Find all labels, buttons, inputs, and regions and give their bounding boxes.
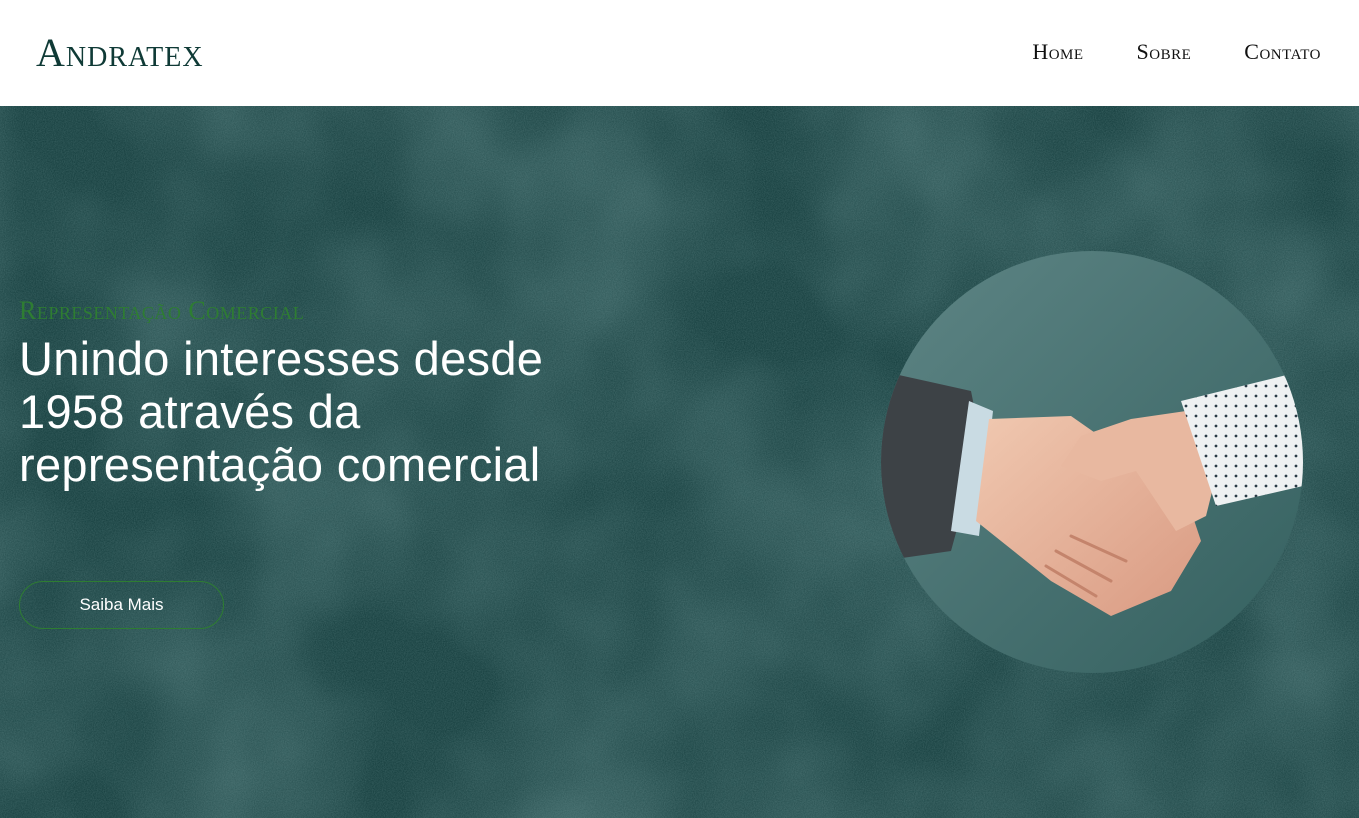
hero-section: Representação Comercial Unindo interesse…	[0, 106, 1359, 818]
main-nav: Home Sobre Contato	[1032, 38, 1321, 66]
nav-item-contato[interactable]: Contato	[1244, 38, 1321, 66]
handshake-illustration	[881, 251, 1303, 673]
brand-logo[interactable]: Andratex	[36, 30, 204, 76]
hero-kicker: Representação Comercial	[19, 296, 305, 325]
handshake-photo	[881, 251, 1303, 673]
nav-item-sobre[interactable]: Sobre	[1137, 38, 1192, 66]
site-header: Andratex Home Sobre Contato	[0, 0, 1359, 106]
nav-item-home[interactable]: Home	[1032, 38, 1083, 66]
saiba-mais-button[interactable]: Saiba Mais	[19, 581, 224, 629]
hero-headline: Unindo interesses desde 1958 através da …	[19, 332, 544, 491]
